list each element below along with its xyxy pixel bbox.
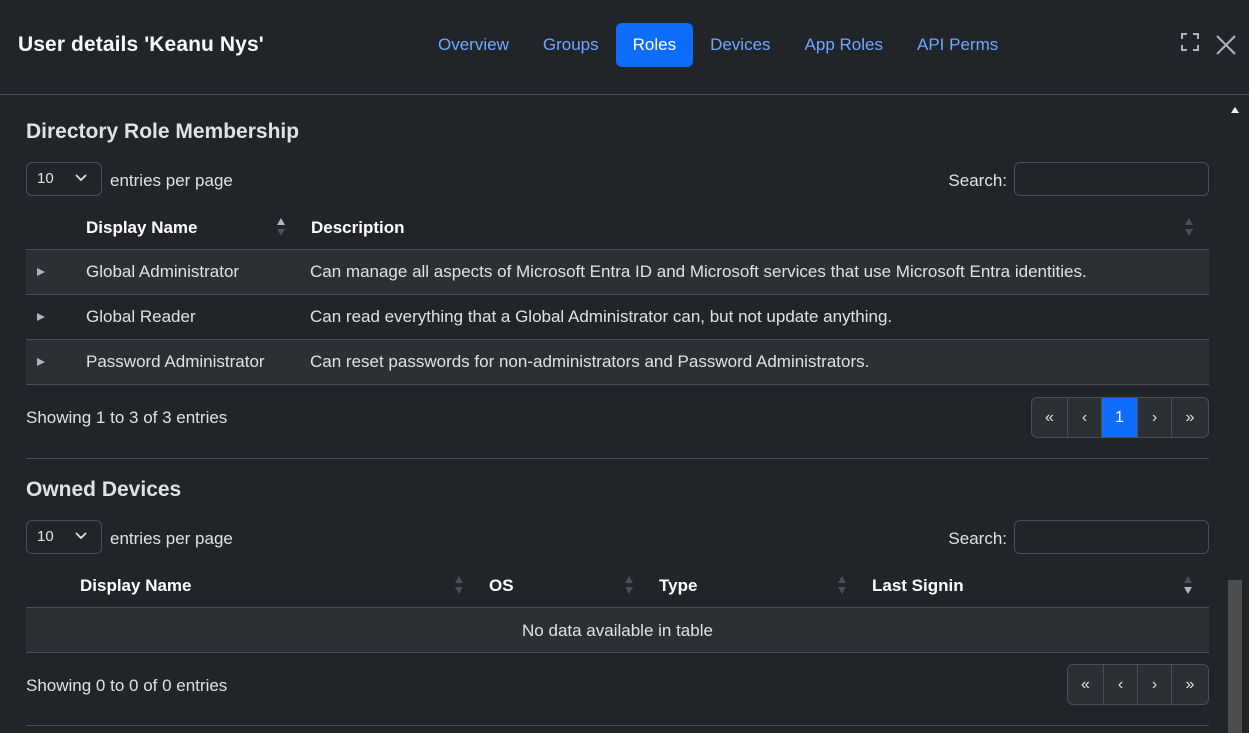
role-description: Can read everything that a Global Admini… — [310, 307, 893, 326]
tab-api-perms[interactable]: API Perms — [900, 23, 1015, 67]
pagination: « ‹ › » — [1067, 664, 1209, 705]
scrollbar-thumb[interactable] — [1228, 580, 1242, 733]
first-page-button[interactable]: « — [1068, 665, 1104, 704]
role-name: Password Administrator — [86, 352, 265, 371]
page-size-value: 10 — [37, 528, 54, 545]
next-page-button[interactable]: › — [1138, 398, 1172, 437]
tab-bar: Overview Groups Roles Devices App Roles … — [421, 23, 1015, 67]
close-icon[interactable] — [1215, 34, 1237, 56]
pagination: « ‹ 1 › » — [1031, 397, 1209, 438]
table-row[interactable]: Global Reader Can read everything that a… — [26, 295, 1209, 340]
expand-row-icon[interactable] — [35, 355, 47, 369]
first-page-button[interactable]: « — [1032, 398, 1068, 437]
entries-per-page-label: entries per page — [110, 529, 233, 548]
tab-groups[interactable]: Groups — [526, 23, 616, 67]
column-header-display-name[interactable]: Display Name — [86, 218, 198, 238]
chevron-down-icon — [75, 532, 87, 540]
table-row[interactable]: Password Administrator Can reset passwor… — [26, 340, 1209, 385]
vertical-scrollbar[interactable] — [1228, 104, 1242, 733]
sort-icon[interactable] — [454, 575, 464, 595]
section-divider — [26, 725, 1209, 726]
prev-page-button[interactable]: ‹ — [1104, 665, 1138, 704]
tab-overview[interactable]: Overview — [421, 23, 526, 67]
search-label: Search: — [948, 171, 1007, 190]
page-1-button[interactable]: 1 — [1102, 398, 1138, 437]
empty-table-message: No data available in table — [26, 608, 1209, 653]
devices-section: Owned Devices 10 entries per page Search… — [26, 454, 1209, 733]
tab-app-roles[interactable]: App Roles — [788, 23, 900, 67]
page-size-value: 10 — [37, 170, 54, 187]
sort-icon[interactable] — [1184, 217, 1194, 237]
last-page-button[interactable]: » — [1172, 665, 1208, 704]
expand-row-icon[interactable] — [35, 265, 47, 279]
role-description: Can manage all aspects of Microsoft Entr… — [310, 262, 1087, 281]
roles-section: Directory Role Membership 10 entries per… — [26, 96, 1209, 459]
column-header-description[interactable]: Description — [311, 218, 405, 238]
modal-title: User details 'Keanu Nys' — [18, 33, 264, 56]
scroll-up-arrow-icon[interactable] — [1230, 106, 1240, 114]
table-info: Showing 0 to 0 of 0 entries — [26, 676, 228, 695]
role-name: Global Reader — [86, 307, 196, 326]
column-header-display-name[interactable]: Display Name — [80, 576, 192, 596]
modal-body: Directory Role Membership 10 entries per… — [0, 96, 1249, 733]
sort-icon[interactable] — [624, 575, 634, 595]
expand-row-icon[interactable] — [35, 310, 47, 324]
column-header-os[interactable]: OS — [489, 576, 514, 596]
role-name: Global Administrator — [86, 262, 240, 281]
column-header-last-signin[interactable]: Last Signin — [872, 576, 964, 596]
last-page-button[interactable]: » — [1172, 398, 1208, 437]
section-title: Owned Devices — [26, 478, 182, 501]
sort-icon[interactable] — [837, 575, 847, 595]
next-page-button[interactable]: › — [1138, 665, 1172, 704]
tab-roles[interactable]: Roles — [615, 23, 694, 67]
table-info: Showing 1 to 3 of 3 entries — [26, 408, 228, 427]
page-size-select[interactable]: 10 — [26, 520, 102, 554]
prev-page-button[interactable]: ‹ — [1068, 398, 1102, 437]
page-size-select[interactable]: 10 — [26, 162, 102, 196]
table-row[interactable]: Global Administrator Can manage all aspe… — [26, 250, 1209, 295]
sort-ascending-icon[interactable] — [276, 217, 286, 237]
chevron-down-icon — [75, 174, 87, 182]
role-description: Can reset passwords for non-administrato… — [310, 352, 870, 371]
column-header-type[interactable]: Type — [659, 576, 697, 596]
section-title: Directory Role Membership — [26, 120, 300, 143]
entries-per-page-label: entries per page — [110, 171, 233, 190]
search-input[interactable] — [1014, 520, 1209, 554]
search-input[interactable] — [1014, 162, 1209, 196]
tab-devices[interactable]: Devices — [693, 23, 787, 67]
expand-icon[interactable] — [1181, 33, 1199, 51]
sort-descending-icon[interactable] — [1183, 575, 1193, 595]
search-label: Search: — [948, 529, 1007, 548]
modal-header: User details 'Keanu Nys' Overview Groups… — [0, 0, 1249, 95]
